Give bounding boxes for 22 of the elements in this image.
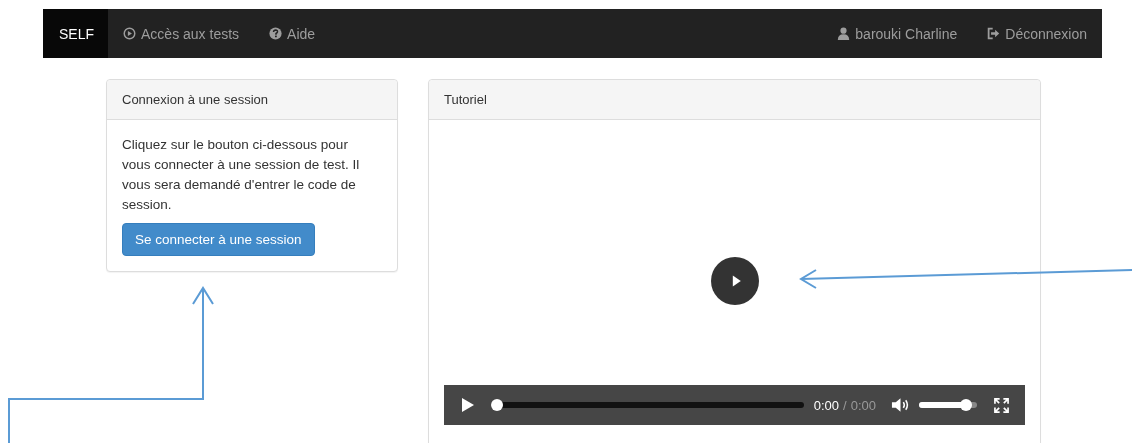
panel-title: Connexion à une session — [107, 80, 397, 120]
fullscreen-icon[interactable] — [994, 397, 1009, 413]
nav-link[interactable]: barouki Charline — [822, 9, 973, 58]
panel-title: Tutoriel — [429, 80, 1040, 120]
sign-out-icon — [987, 27, 1001, 40]
progress-thumb[interactable] — [491, 399, 503, 411]
total-time: 0:00 — [850, 397, 876, 413]
connect-button[interactable]: Se connecter à une session — [122, 223, 315, 256]
play-icon[interactable] — [461, 397, 475, 413]
nav-link[interactable]: Accès aux tests — [108, 9, 255, 58]
volume-thumb[interactable] — [960, 399, 973, 411]
progress-track[interactable] — [491, 402, 804, 408]
instruction-text: Cliquez sur le bouton ci-dessous pour vous connecter à une session de test. Il vous sera demandé d'entrer le code de session. — [122, 136, 361, 214]
user-icon — [837, 27, 851, 40]
volume-icon[interactable] — [891, 397, 910, 413]
time-separator: / — [843, 397, 847, 413]
play-circle-icon — [123, 27, 136, 40]
brand-link[interactable]: SELF — [43, 9, 108, 58]
current-time: 0:00 — [813, 397, 840, 413]
nav-link[interactable]: Déconnexion — [972, 9, 1102, 58]
nav-link[interactable]: Aide — [254, 9, 331, 58]
help-icon — [269, 27, 283, 40]
